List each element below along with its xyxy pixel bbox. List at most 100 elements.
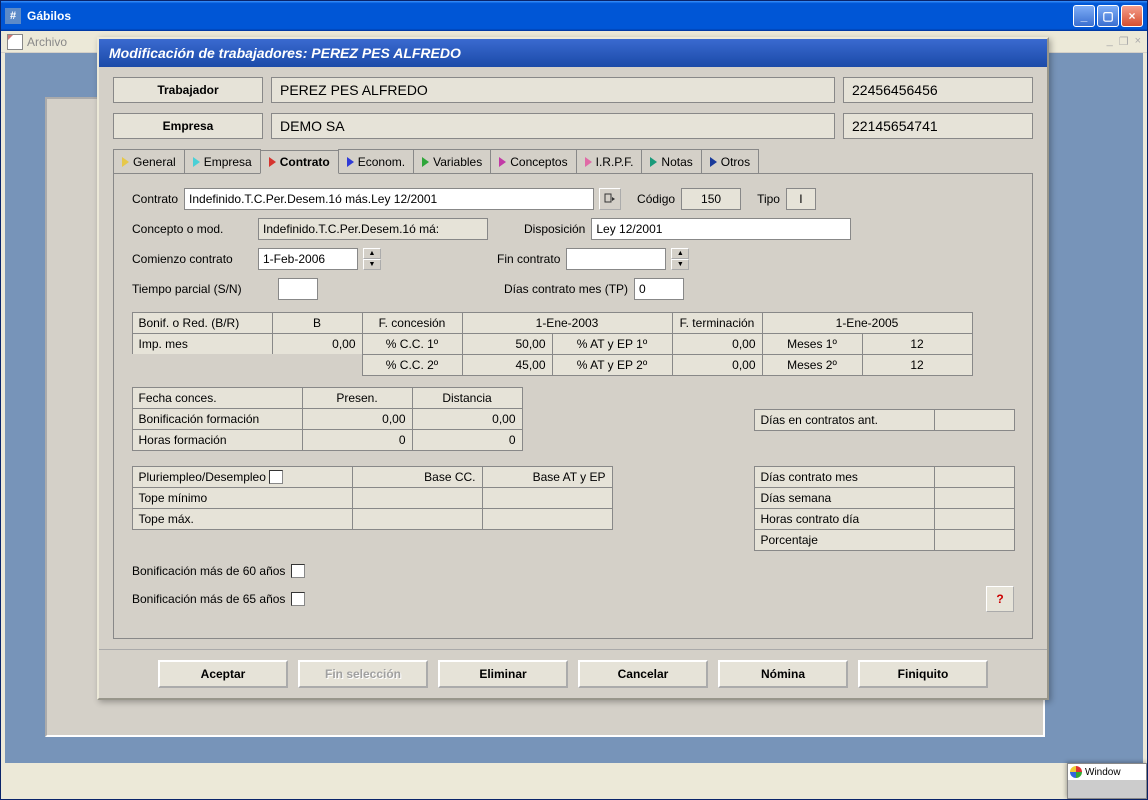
minimize-button[interactable]: _ <box>1073 5 1095 27</box>
comienzo-label: Comienzo contrato <box>132 252 252 266</box>
menu-archivo[interactable]: Archivo <box>27 35 67 49</box>
m2-value[interactable]: 12 <box>862 354 973 376</box>
m1-value[interactable]: 12 <box>862 333 973 355</box>
cc2-value[interactable]: 45,00 <box>462 354 553 376</box>
bonif-grid: Bonif. o Red. (B/R) B F. concesión 1-Ene… <box>132 312 1014 375</box>
bonif-dist[interactable]: 0,00 <box>412 408 523 430</box>
at2-value[interactable]: 0,00 <box>672 354 763 376</box>
tab-conceptos[interactable]: Conceptos <box>490 149 576 173</box>
maximize-button[interactable]: ▢ <box>1097 5 1119 27</box>
distancia-label: Distancia <box>412 387 523 409</box>
tab-econom[interactable]: Econom. <box>338 149 414 173</box>
b65-checkbox[interactable] <box>291 592 305 606</box>
fin-spinner[interactable]: ▲ ▼ <box>671 248 689 270</box>
tipo-field: I <box>786 188 816 210</box>
worker-name-field[interactable]: PEREZ PES ALFREDO <box>271 77 835 103</box>
porcentaje-value[interactable] <box>934 529 1015 551</box>
dias-sem-value[interactable] <box>934 487 1015 509</box>
horas-form-label: Horas formación <box>132 429 303 451</box>
mdi-minimize-icon[interactable]: _ <box>1107 35 1113 48</box>
tab-notas[interactable]: Notas <box>641 149 701 173</box>
bonif-presen[interactable]: 0,00 <box>302 408 413 430</box>
fin-field[interactable] <box>566 248 666 270</box>
porcentaje-label: Porcentaje <box>754 529 935 551</box>
company-name-field[interactable]: DEMO SA <box>271 113 835 139</box>
horas-presen[interactable]: 0 <box>302 429 413 451</box>
comienzo-spinner[interactable]: ▲ ▼ <box>363 248 381 270</box>
b60-checkbox[interactable] <box>291 564 305 578</box>
b65-label: Bonificación más de 65 años <box>132 592 285 606</box>
imp-value[interactable]: 0,00 <box>272 333 363 355</box>
formacion-grid: Fecha conces. Presen. Distancia Bonifica… <box>132 387 522 450</box>
horas-dia-value[interactable] <box>934 508 1015 530</box>
worker-id-field[interactable]: 22456456456 <box>843 77 1033 103</box>
tab-empresa[interactable]: Empresa <box>184 149 261 173</box>
close-button[interactable]: × <box>1121 5 1143 27</box>
triangle-icon <box>122 157 129 167</box>
triangle-icon <box>193 157 200 167</box>
finiquito-button[interactable]: Finiquito <box>858 660 988 688</box>
fconc-value[interactable]: 1-Ene-2003 <box>462 312 673 334</box>
parcial-label: Tiempo parcial (S/N) <box>132 282 272 296</box>
basecc-label: Base CC. <box>352 466 483 488</box>
main-window: # Gábilos _ ▢ × Archivo _ ❐ × Modificaci… <box>0 0 1148 800</box>
nomina-button[interactable]: Nómina <box>718 660 848 688</box>
tab-otros[interactable]: Otros <box>701 149 759 173</box>
tope-max-cc[interactable] <box>352 508 483 530</box>
tope-min-label: Tope mínimo <box>132 487 353 509</box>
triangle-icon <box>710 157 717 167</box>
help-button[interactable]: ? <box>986 586 1014 612</box>
tab-contrato[interactable]: Contrato <box>260 150 339 174</box>
spinner-down-icon[interactable]: ▼ <box>363 259 381 270</box>
fterm-value[interactable]: 1-Ene-2005 <box>762 312 973 334</box>
cc1-value[interactable]: 50,00 <box>462 333 553 355</box>
dias-mes-value[interactable] <box>934 466 1015 488</box>
tab-variables[interactable]: Variables <box>413 149 491 173</box>
aceptar-button[interactable]: Aceptar <box>158 660 288 688</box>
side-grid: Días contrato mes Días semana Horas cont… <box>754 466 1014 550</box>
spinner-down-icon[interactable]: ▼ <box>671 259 689 270</box>
tab-irpf[interactable]: I.R.P.F. <box>576 149 643 173</box>
comienzo-field[interactable]: 1-Feb-2006 <box>258 248 358 270</box>
parcial-field[interactable] <box>278 278 318 300</box>
imp-label: Imp. mes <box>132 333 273 355</box>
contrato-lookup-button[interactable] <box>599 188 621 210</box>
dias-ant-value[interactable] <box>934 409 1015 431</box>
company-id-field[interactable]: 22145654741 <box>843 113 1033 139</box>
m1-label: Meses 1º <box>762 333 863 355</box>
pluri-checkbox[interactable] <box>269 470 283 484</box>
company-label: Empresa <box>113 113 263 139</box>
triangle-icon <box>650 157 657 167</box>
spinner-up-icon[interactable]: ▲ <box>363 248 381 259</box>
concepto-field: Indefinido.T.C.Per.Desem.1ó má: <box>258 218 488 240</box>
horas-dist[interactable]: 0 <box>412 429 523 451</box>
fin-seleccion-button: Fin selección <box>298 660 428 688</box>
cancelar-button[interactable]: Cancelar <box>578 660 708 688</box>
fecha-conces-label: Fecha conces. <box>132 387 303 409</box>
fconc-label: F. concesión <box>362 312 463 334</box>
spinner-up-icon[interactable]: ▲ <box>671 248 689 259</box>
dialog-title: Modificación de trabajadores: PEREZ PES … <box>109 45 461 61</box>
eliminar-button[interactable]: Eliminar <box>438 660 568 688</box>
taskbar-popup[interactable]: Window <box>1067 763 1147 799</box>
contrato-field[interactable]: Indefinido.T.C.Per.Desem.1ó más.Ley 12/2… <box>184 188 594 210</box>
dias-tp-label: Días contrato mes (TP) <box>504 282 628 296</box>
tope-min-cc[interactable] <box>352 487 483 509</box>
tab-general[interactable]: General <box>113 149 185 173</box>
dialog-titlebar[interactable]: Modificación de trabajadores: PEREZ PES … <box>99 39 1047 67</box>
triangle-icon <box>269 157 276 167</box>
pluri-label: Pluriempleo/Desempleo <box>132 466 353 488</box>
at1-value[interactable]: 0,00 <box>672 333 763 355</box>
mdi-restore-icon[interactable]: ❐ <box>1119 35 1129 48</box>
dias-tp-field[interactable]: 0 <box>634 278 684 300</box>
tab-content-contrato: Contrato Indefinido.T.C.Per.Desem.1ó más… <box>113 174 1033 639</box>
disposicion-field[interactable]: Ley 12/2001 <box>591 218 851 240</box>
triangle-icon <box>422 157 429 167</box>
contrato-label: Contrato <box>132 192 178 206</box>
mdi-close-icon[interactable]: × <box>1135 35 1141 48</box>
tope-max-at[interactable] <box>482 508 613 530</box>
triangle-icon <box>347 157 354 167</box>
disposicion-label: Disposición <box>524 222 585 236</box>
tope-min-at[interactable] <box>482 487 613 509</box>
br-value[interactable]: B <box>272 312 363 334</box>
